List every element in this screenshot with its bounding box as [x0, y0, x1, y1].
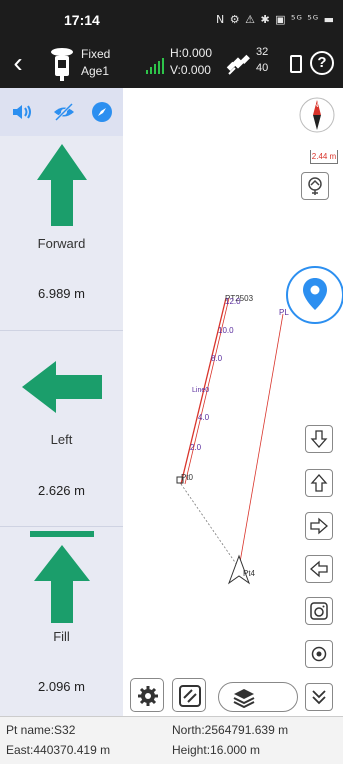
- map-view[interactable]: PT2503 12.0 10.0 8.0 Line0 4.0 2.0 Pt0 P…: [123, 88, 343, 716]
- north-compass-icon[interactable]: N: [298, 96, 336, 134]
- stake-settings-button[interactable]: [301, 172, 329, 200]
- pan-left-button[interactable]: [305, 555, 333, 583]
- chainage-12: 12.0: [225, 297, 241, 306]
- status-bar: 17:14 N ⚙ ⚠ ✱ ▣ ⁵ᴳ ⁵ᴳ ▬: [0, 0, 343, 40]
- forward-distance: 6.989 m: [38, 286, 85, 301]
- east-coordinate: East:440370.419 m: [6, 743, 111, 757]
- sat-count-visible: 40: [256, 62, 269, 74]
- double-chevron-down-icon: [312, 690, 326, 705]
- camera-button[interactable]: [305, 597, 333, 625]
- chainage-10: 10.0: [218, 326, 234, 335]
- left-arrow-icon: [22, 361, 102, 413]
- status-time: 17:14: [64, 12, 100, 28]
- pt0-label: Pt0: [181, 473, 194, 482]
- help-button[interactable]: ?: [310, 51, 334, 75]
- expand-more-button[interactable]: [305, 683, 333, 711]
- device-icon[interactable]: [290, 55, 302, 73]
- north-coordinate: North:2564791.639 m: [172, 723, 289, 737]
- app-root: { "status_bar": { "time": "17:14", "icon…: [0, 0, 343, 764]
- map-scale: 2.44 m: [310, 150, 338, 164]
- signal-bars-icon: [146, 58, 164, 74]
- point-info-footer: Pt name:S32 North:2564791.639 m East:440…: [0, 716, 343, 764]
- fill-section: Fill 2.096 m: [0, 527, 123, 716]
- satellite-icon: [226, 54, 250, 75]
- location-button[interactable]: [286, 266, 343, 324]
- pin-settings-icon: [308, 177, 322, 195]
- arrow-up-icon: [310, 474, 328, 492]
- pt4-label: Pt4: [243, 569, 256, 578]
- gnss-receiver-icon: [51, 48, 73, 81]
- settings-button[interactable]: [130, 678, 164, 712]
- pan-up-button[interactable]: [305, 469, 333, 497]
- draw-mode-button[interactable]: [172, 678, 206, 712]
- visibility-off-icon[interactable]: [52, 100, 76, 124]
- gear-icon: [138, 686, 158, 706]
- forward-section: Forward 6.989 m: [0, 136, 123, 331]
- chainage-4: 4.0: [198, 413, 210, 422]
- point-name: Pt name:S32: [6, 723, 76, 737]
- pan-down-button[interactable]: [305, 425, 333, 453]
- v-precision: V:0.000: [170, 63, 211, 77]
- speaker-icon[interactable]: [10, 100, 34, 124]
- draw-line-icon: [179, 685, 201, 707]
- line-label: Line0: [192, 387, 209, 394]
- pan-right-button[interactable]: [305, 512, 333, 540]
- fill-distance: 2.096 m: [38, 679, 85, 694]
- fix-status: Fixed: [81, 47, 111, 61]
- left-label: Left: [50, 432, 73, 447]
- guidance-panel: Forward 6.989 m Left 2.626 m Fill 2.096 …: [0, 88, 123, 716]
- svg-text:N: N: [314, 103, 318, 109]
- left-section: Left 2.626 m: [0, 331, 123, 527]
- arrow-left-icon: [310, 560, 328, 578]
- target-icon: [311, 646, 327, 662]
- panel-toolbar: [0, 88, 123, 136]
- arrow-down-icon: [310, 430, 328, 448]
- compass-icon[interactable]: [90, 100, 114, 124]
- forward-label: Forward: [37, 236, 86, 251]
- location-pin-icon: [303, 278, 327, 310]
- layers-button[interactable]: [218, 682, 298, 712]
- app-header: ‹ Fixed Age1 H:0.000 V:0.000 32 40 ?: [0, 40, 343, 88]
- camera-icon: [310, 602, 328, 620]
- layers-icon: [233, 689, 255, 709]
- chainage-8: 8.0: [211, 354, 223, 363]
- chainage-2: 2.0: [190, 443, 202, 452]
- status-icons: N ⚙ ⚠ ✱ ▣ ⁵ᴳ ⁵ᴳ ▬: [216, 13, 335, 26]
- h-precision: H:0.000: [170, 46, 213, 60]
- forward-arrow-icon: [37, 144, 87, 226]
- pl-label: PL: [279, 308, 289, 317]
- fill-label: Fill: [53, 629, 70, 644]
- arrow-right-icon: [310, 517, 328, 535]
- age-value: Age1: [81, 64, 110, 78]
- reference-line: [238, 313, 284, 569]
- left-distance: 2.626 m: [38, 483, 85, 498]
- fill-arrow-icon: [30, 531, 94, 623]
- sat-count-used: 32: [256, 46, 269, 58]
- guide-line: [180, 483, 240, 569]
- height-value: Height:16.000 m: [172, 743, 261, 757]
- center-location-button[interactable]: [305, 640, 333, 668]
- back-button[interactable]: ‹: [4, 46, 32, 82]
